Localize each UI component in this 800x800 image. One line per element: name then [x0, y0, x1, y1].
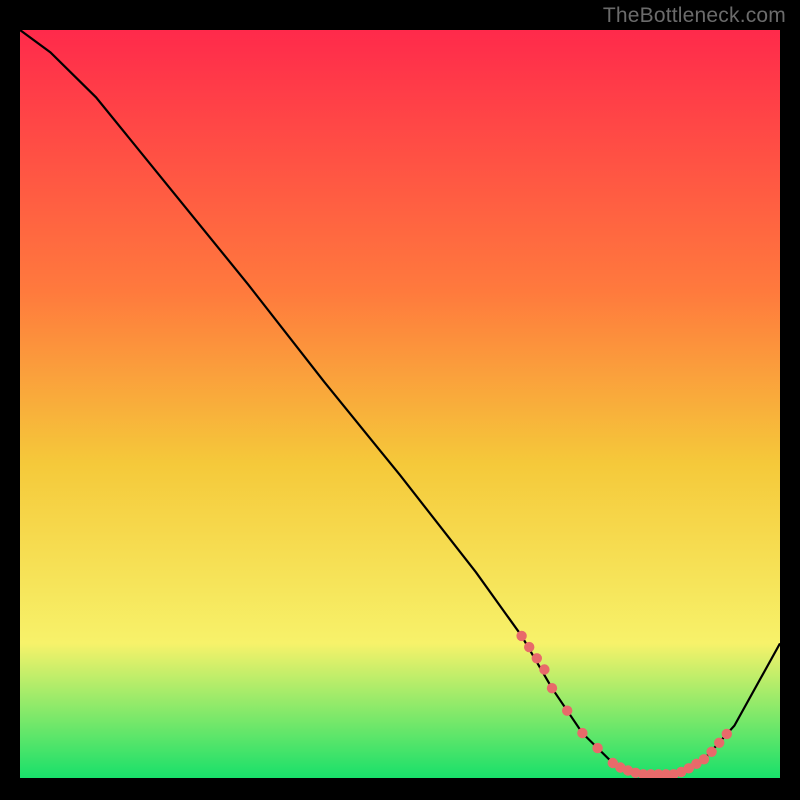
gradient-background — [20, 30, 780, 778]
chart-frame: TheBottleneck.com — [0, 0, 800, 800]
marker-dot — [547, 683, 557, 693]
marker-dot — [577, 728, 587, 738]
marker-dot — [592, 743, 602, 753]
marker-dot — [714, 738, 724, 748]
chart-svg — [20, 30, 780, 778]
marker-dot — [699, 754, 709, 764]
marker-dot — [706, 747, 716, 757]
marker-dot — [722, 729, 732, 739]
marker-dot — [532, 653, 542, 663]
marker-dot — [516, 631, 526, 641]
watermark-label: TheBottleneck.com — [603, 4, 786, 28]
marker-dot — [539, 664, 549, 674]
chart-plot-area — [20, 30, 780, 778]
marker-dot — [524, 642, 534, 652]
marker-dot — [562, 706, 572, 716]
